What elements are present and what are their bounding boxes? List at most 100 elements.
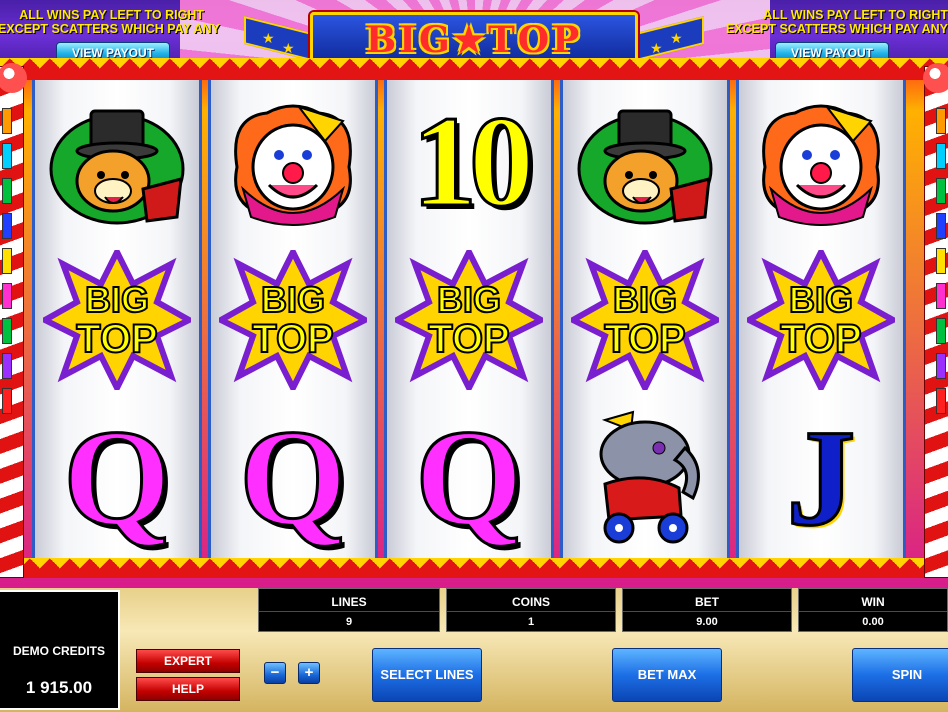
stage-bottom-trim bbox=[0, 558, 948, 578]
payline-indicator bbox=[2, 248, 12, 274]
payline-indicator bbox=[2, 213, 12, 239]
payline-indicator bbox=[2, 178, 12, 204]
reel-cell: Q bbox=[35, 400, 199, 556]
lines-value: 9 bbox=[345, 616, 353, 628]
bigtop-line1: BIG bbox=[85, 279, 149, 320]
bigtop-line2: TOP bbox=[780, 317, 862, 361]
control-panel: DEMO CREDITS 1 915.00 LINES 9 COINS 1 BE… bbox=[0, 588, 948, 712]
payline-indicators-left bbox=[2, 108, 12, 423]
win-rule-line1: ALL WINS PAY LEFT TO RIGHT bbox=[763, 8, 948, 22]
reel-cell bbox=[211, 84, 375, 240]
j-symbol: J bbox=[785, 401, 857, 554]
reel-cell: Q bbox=[211, 400, 375, 556]
bigtop-line2: TOP bbox=[252, 317, 334, 361]
payline-indicator bbox=[936, 248, 946, 274]
select-lines-button[interactable]: SELECT LINES bbox=[372, 648, 482, 702]
spin-button[interactable]: SPIN bbox=[852, 648, 948, 702]
payline-indicator bbox=[936, 178, 946, 204]
reel-cell bbox=[563, 400, 727, 556]
win-rule-line1: ALL WINS PAY LEFT TO RIGHT bbox=[19, 8, 204, 22]
bigtop-line1: BIG bbox=[789, 279, 853, 320]
help-button[interactable]: HELP bbox=[136, 677, 240, 701]
reel-cell: BIG TOP bbox=[563, 242, 727, 398]
expert-button[interactable]: EXPERT bbox=[136, 649, 240, 673]
reel-cell bbox=[739, 84, 903, 240]
payline-indicator bbox=[936, 213, 946, 239]
reel-cell bbox=[35, 84, 199, 240]
payline-indicator bbox=[936, 318, 946, 344]
payline-indicator bbox=[2, 143, 12, 169]
bigtop-line2: TOP bbox=[428, 317, 510, 361]
lines-increase-button[interactable]: + bbox=[298, 662, 320, 684]
q-symbol: Q bbox=[238, 401, 348, 554]
payline-indicator bbox=[2, 388, 12, 414]
big-top-scatter-icon: BIG TOP bbox=[395, 250, 543, 390]
reel-cell: BIG TOP bbox=[211, 242, 375, 398]
payline-indicator bbox=[936, 388, 946, 414]
win-rule-line2: EXCEPT SCATTERS WHICH PAY ANY bbox=[0, 22, 221, 36]
clown-icon bbox=[762, 104, 880, 226]
bigtop-line2: TOP bbox=[604, 317, 686, 361]
reel-4: BIG TOP bbox=[560, 80, 730, 558]
clown-icon bbox=[234, 104, 352, 226]
payline-indicators-right bbox=[936, 108, 946, 423]
star-icon: ★ bbox=[670, 30, 683, 46]
star-icon: ★ bbox=[650, 40, 663, 56]
payline-indicator bbox=[936, 353, 946, 379]
elephant-icon bbox=[599, 410, 700, 544]
pole-cap-right bbox=[923, 63, 948, 93]
payline-indicator bbox=[2, 283, 12, 309]
q-symbol: Q bbox=[414, 401, 524, 554]
credits-display: DEMO CREDITS 1 915.00 bbox=[0, 590, 120, 710]
coins-display: COINS 1 bbox=[446, 588, 616, 632]
win-rule-line2: EXCEPT SCATTERS WHICH PAY ANY bbox=[725, 22, 948, 36]
bigtop-line1: BIG bbox=[613, 279, 677, 320]
bet-display: BET 9.00 bbox=[622, 588, 792, 632]
bigtop-line2: TOP bbox=[76, 317, 158, 361]
divider bbox=[623, 611, 791, 612]
ten-symbol: 10 bbox=[411, 90, 536, 234]
win-rule-right: ALL WINS PAY LEFT TO RIGHT EXCEPT SCATTE… bbox=[720, 8, 948, 36]
lines-display: LINES 9 bbox=[258, 588, 440, 632]
q-symbol: Q bbox=[62, 401, 172, 554]
reel-2: BIG TOP Q bbox=[208, 80, 378, 558]
bet-value: 9.00 bbox=[696, 616, 718, 628]
bigtop-line1: BIG bbox=[437, 279, 501, 320]
coins-label: COINS bbox=[511, 595, 550, 609]
reel-3: 10 BIG TOP Q bbox=[384, 80, 554, 558]
reel-cell: J bbox=[739, 400, 903, 556]
big-top-scatter-icon: BIG TOP bbox=[43, 250, 191, 390]
bet-label: BET bbox=[695, 595, 719, 609]
logo-text: BIG★TOP bbox=[365, 19, 583, 61]
big-top-scatter-icon: BIG TOP bbox=[219, 250, 367, 390]
win-label: WIN bbox=[861, 595, 885, 609]
divider bbox=[259, 611, 439, 612]
reel-cell: 10 bbox=[387, 84, 551, 240]
bigtop-line1: BIG bbox=[261, 279, 325, 320]
divider bbox=[447, 611, 615, 612]
pole-cap-left bbox=[0, 63, 27, 93]
bet-max-button[interactable]: BET MAX bbox=[612, 648, 722, 702]
star-icon: ★ bbox=[262, 30, 275, 46]
reel-1: BIG TOP Q bbox=[32, 80, 202, 558]
big-top-scatter-icon: BIG TOP bbox=[571, 250, 719, 390]
big-top-scatter-icon: BIG TOP bbox=[747, 250, 895, 390]
credits-label: DEMO CREDITS bbox=[12, 644, 105, 658]
reel-cell: BIG TOP bbox=[387, 242, 551, 398]
divider bbox=[799, 611, 947, 612]
reel-cell bbox=[563, 84, 727, 240]
lines-decrease-button[interactable]: − bbox=[264, 662, 286, 684]
stage-top-trim bbox=[0, 58, 948, 80]
reel-5: BIG TOP J bbox=[736, 80, 906, 558]
payline-indicator bbox=[2, 353, 12, 379]
reel-cell: BIG TOP bbox=[739, 242, 903, 398]
star-icon: ★ bbox=[282, 40, 295, 56]
payline-indicator bbox=[936, 143, 946, 169]
payline-indicator bbox=[936, 108, 946, 134]
credits-value: 1 915.00 bbox=[25, 678, 93, 697]
lion-ringmaster-icon bbox=[49, 109, 185, 225]
reel-cell: BIG TOP bbox=[35, 242, 199, 398]
payline-indicator bbox=[2, 108, 12, 134]
payline-indicator bbox=[2, 318, 12, 344]
big-top-logo: BIG★TOP bbox=[310, 12, 638, 62]
